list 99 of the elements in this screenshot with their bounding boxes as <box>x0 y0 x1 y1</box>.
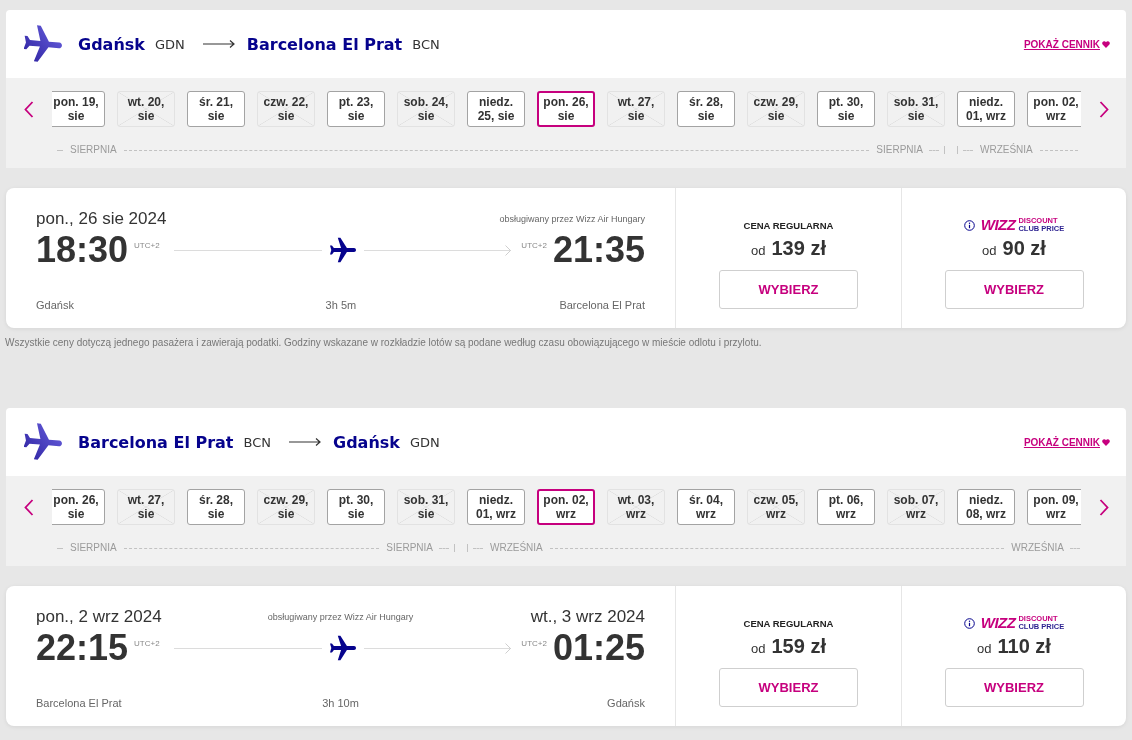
price-prefix: od <box>751 641 766 656</box>
date-button[interactable]: niedz. 01, wrz <box>467 489 525 525</box>
date-button[interactable]: śr. 21, sie <box>187 91 245 127</box>
brand-wordmark: WIZZ <box>980 615 1016 631</box>
date-button[interactable]: pon. 09, wrz <box>1027 489 1081 525</box>
date-button[interactable]: sob. 24, sie <box>397 91 455 127</box>
chevron-left-icon[interactable] <box>24 498 34 516</box>
arrival-time: 01:25 <box>552 628 645 668</box>
date-button[interactable]: sob. 31, sie <box>397 489 455 525</box>
fare-title: CENA REGULARNA <box>743 219 834 231</box>
timezone-label: UTC+2 <box>134 639 160 648</box>
fare-price: 159 zł <box>771 634 826 658</box>
arrival-time: 21:35 <box>552 230 645 270</box>
arrival-city: Gdańsk <box>607 697 645 709</box>
departure-time: 22:15 <box>36 628 129 668</box>
departure-city: Gdańsk <box>36 299 75 311</box>
month-label: WRZEŚNIA <box>1011 542 1064 553</box>
heart-icon <box>1102 40 1110 48</box>
price-prefix: od <box>982 243 997 258</box>
month-label: WRZEŚNIA <box>980 144 1033 155</box>
date-button[interactable]: pon. 02, wrz <box>1027 91 1081 127</box>
date-button[interactable]: pt. 30, sie <box>817 91 875 127</box>
fare-price: 90 zł <box>1002 236 1046 260</box>
departure-date: pon., 2 wrz 2024 <box>36 607 163 627</box>
info-icon[interactable] <box>963 617 975 629</box>
date-button[interactable]: pon. 26, sie <box>52 489 105 525</box>
select-button[interactable]: WYBIERZ <box>944 270 1084 309</box>
origin-city: Gdańsk <box>78 34 145 54</box>
date-button[interactable]: czw. 29, sie <box>257 489 315 525</box>
destination-code: GDN <box>409 434 440 450</box>
departure-date: pon., 26 sie 2024 <box>36 209 167 229</box>
date-button[interactable]: niedz. 25, sie <box>467 91 525 127</box>
month-label: SIERPNIA <box>70 144 117 155</box>
month-label: WRZEŚNIA <box>490 542 543 553</box>
origin-code: GDN <box>154 36 185 52</box>
flight-duration: 3h 5m <box>325 299 357 311</box>
date-button[interactable]: pt. 06, wrz <box>817 489 875 525</box>
date-button[interactable]: pon. 19, sie <box>52 91 105 127</box>
price-prefix: od <box>977 641 992 656</box>
show-prices-link[interactable]: POKAŻ CENNIK <box>1023 38 1110 50</box>
date-button[interactable]: sob. 31, sie <box>887 91 945 127</box>
arrowhead-icon <box>505 244 512 256</box>
plane-icon <box>24 423 62 461</box>
operator-text: obsługiwany przez Wizz Air Hungary <box>499 214 645 224</box>
plane-icon <box>329 237 356 263</box>
month-label: SIERPNIA <box>386 542 433 553</box>
destination-city: Barcelona El Prat <box>246 34 403 54</box>
origin-code: BCN <box>243 434 271 450</box>
select-button[interactable]: WYBIERZ <box>719 668 858 707</box>
select-button[interactable]: WYBIERZ <box>719 270 858 309</box>
date-button[interactable]: niedz. 01, wrz <box>957 91 1015 127</box>
fare-title: CENA REGULARNA <box>743 617 834 629</box>
date-button[interactable]: pt. 23, sie <box>327 91 385 127</box>
date-button[interactable]: wt. 27, sie <box>607 91 665 127</box>
heart-icon <box>1102 438 1110 446</box>
flight-duration: 3h 10m <box>322 697 359 709</box>
date-button[interactable]: śr. 28, sie <box>677 91 735 127</box>
plane-icon <box>24 25 62 63</box>
date-button[interactable]: wt. 20, sie <box>117 91 175 127</box>
timezone-label: UTC+2 <box>521 241 547 250</box>
date-button[interactable]: śr. 04, wrz <box>677 489 735 525</box>
info-icon[interactable] <box>963 219 975 231</box>
price-prefix: od <box>751 243 766 258</box>
departure-time: 18:30 <box>36 230 129 270</box>
chevron-right-icon[interactable] <box>1098 498 1109 516</box>
date-button[interactable]: niedz. 08, wrz <box>957 489 1015 525</box>
date-button[interactable]: pon. 02, wrz <box>537 489 595 525</box>
operator-text: obsługiwany przez Wizz Air Hungary <box>267 612 414 622</box>
departure-city: Barcelona El Prat <box>36 697 123 709</box>
date-button[interactable]: sob. 07, wrz <box>887 489 945 525</box>
select-button[interactable]: WYBIERZ <box>944 668 1084 707</box>
plane-icon <box>329 635 356 661</box>
timezone-label: UTC+2 <box>521 639 547 648</box>
timezone-label: UTC+2 <box>134 241 160 250</box>
brand-wordmark: WIZZ <box>980 217 1016 233</box>
price-note: Wszystkie ceny dotyczą jednego pasażera i zawierają podatki. Godziny wskazane w rozkładzie lotów są podane według czasu obowiązującego w mieście odlotu i przylotu. <box>5 336 763 350</box>
date-button[interactable]: pt. 30, sie <box>327 489 385 525</box>
month-label: SIERPNIA <box>876 144 923 155</box>
date-button[interactable]: śr. 28, sie <box>187 489 245 525</box>
date-button[interactable]: wt. 27, sie <box>117 489 175 525</box>
destination-city: Gdańsk <box>333 432 400 452</box>
date-button[interactable]: czw. 22, sie <box>257 91 315 127</box>
date-button[interactable]: czw. 05, wrz <box>747 489 805 525</box>
destination-code: BCN <box>412 36 440 52</box>
chevron-right-icon[interactable] <box>1098 100 1109 118</box>
date-button[interactable]: wt. 03, wrz <box>607 489 665 525</box>
date-button[interactable]: czw. 29, sie <box>747 91 805 127</box>
fare-price: 139 zł <box>771 236 826 260</box>
chevron-left-icon[interactable] <box>24 100 34 118</box>
show-prices-link[interactable]: POKAŻ CENNIK <box>1023 436 1110 448</box>
arrow-icon <box>289 437 321 447</box>
month-label: SIERPNIA <box>70 542 117 553</box>
arrowhead-icon <box>505 642 512 654</box>
date-button[interactable]: pon. 26, sie <box>537 91 595 127</box>
arrival-date: wt., 3 wrz 2024 <box>530 607 645 627</box>
arrow-icon <box>202 39 235 49</box>
fare-price: 110 zł <box>997 634 1051 658</box>
origin-city: Barcelona El Prat <box>78 432 234 452</box>
arrival-city: Barcelona El Prat <box>559 299 645 311</box>
